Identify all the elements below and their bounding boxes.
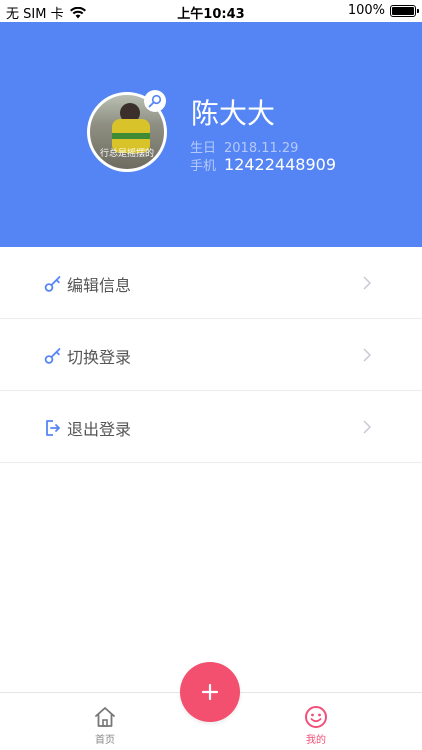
profile-header: 行总是摇摆的 陈大大 生日 2018.11.29 手机 12422448909: [0, 22, 422, 247]
battery-percent: 100%: [347, 3, 385, 18]
menu-label-switch-login: 切换登录: [67, 348, 132, 367]
key-icon: [44, 276, 61, 292]
tab-home-label: 首页: [95, 735, 115, 746]
screen: 无 SIM 卡 上午10:43 100% 行总是摇摆的 陈大大 生日 2018.…: [0, 0, 422, 750]
menu-item-switch-login[interactable]: 切换登录: [0, 319, 422, 391]
avatar-caption: 行总是摇摆的: [99, 149, 154, 159]
add-button[interactable]: [180, 662, 240, 722]
home-icon: [95, 707, 115, 727]
birthday-label: 生日: [190, 141, 217, 156]
logout-icon: [46, 420, 60, 436]
user-name: 陈大大: [191, 97, 276, 130]
chevron-right-icon: [363, 348, 372, 362]
menu-item-logout[interactable]: 退出登录: [0, 391, 422, 463]
phone-row: 手机 12422448909: [190, 155, 336, 174]
menu-label-logout: 退出登录: [67, 420, 132, 439]
chevron-right-icon: [363, 276, 372, 290]
status-right: 100%: [347, 3, 419, 18]
phone-value: 12422448909: [224, 155, 336, 174]
birthday-value: 2018.11.29: [224, 141, 299, 156]
key-icon: [44, 348, 61, 364]
chevron-right-icon: [363, 420, 372, 434]
tab-mine-label: 我的: [306, 735, 326, 746]
menu-item-edit-info[interactable]: 编辑信息: [0, 247, 422, 319]
avatar-container[interactable]: 行总是摇摆的: [87, 90, 167, 172]
birthday-row: 生日 2018.11.29: [190, 137, 298, 156]
status-bar: 无 SIM 卡 上午10:43 100%: [0, 0, 422, 22]
avatar-edit-button[interactable]: [144, 90, 166, 112]
battery-icon: [390, 4, 419, 17]
menu-label-edit-info: 编辑信息: [67, 276, 132, 295]
phone-label: 手机: [190, 159, 217, 174]
smiley-icon: [305, 706, 327, 728]
tab-home[interactable]: 首页: [75, 705, 135, 746]
plus-icon: [201, 683, 219, 701]
search-icon: [148, 94, 162, 108]
tab-mine[interactable]: 我的: [286, 705, 346, 746]
menu-list: 编辑信息 切换登录 退出登录: [0, 247, 422, 463]
